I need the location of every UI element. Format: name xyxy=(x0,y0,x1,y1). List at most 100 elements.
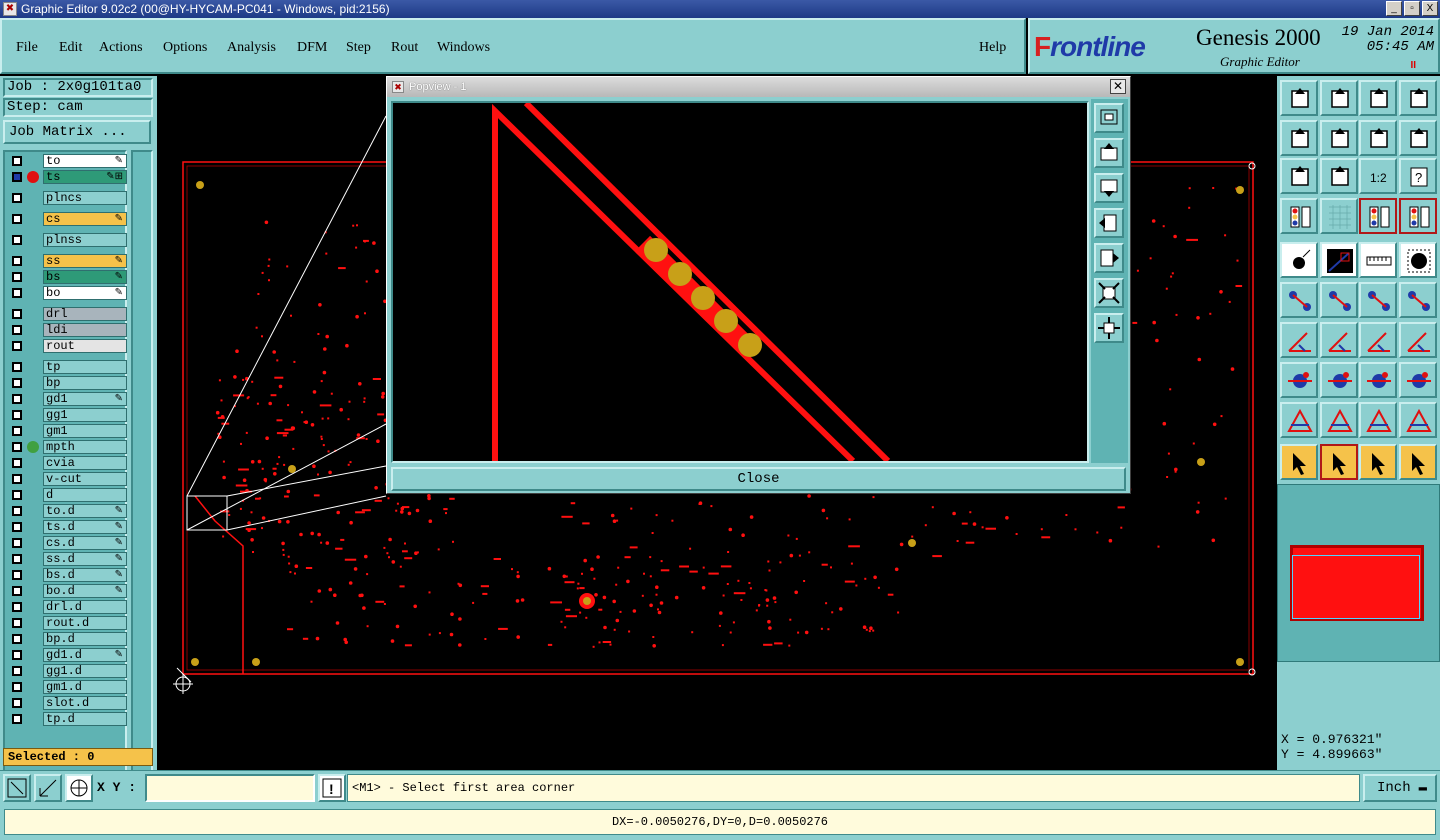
menu-step[interactable]: Step xyxy=(346,40,371,56)
popview-pan-up-button[interactable] xyxy=(1094,138,1124,168)
layer-colors-alt-button[interactable] xyxy=(1399,198,1437,234)
layer-row-bp[interactable]: bp xyxy=(8,376,127,390)
layer-checkbox[interactable] xyxy=(12,650,22,660)
layer-name[interactable]: gd1 ✎ xyxy=(43,392,127,406)
triangle-c-button[interactable] xyxy=(1359,402,1397,438)
layer-checkbox[interactable] xyxy=(12,272,22,282)
layer-row-cs.d[interactable]: cs.d ✎ xyxy=(8,536,127,550)
pan-left-button[interactable] xyxy=(1280,120,1318,156)
grid-button[interactable] xyxy=(1320,198,1358,234)
layer-row-tp.d[interactable]: tp.d xyxy=(8,712,127,726)
layer-name[interactable]: v-cut xyxy=(43,472,127,486)
layer-checkbox[interactable] xyxy=(12,666,22,676)
layer-checkbox[interactable] xyxy=(12,522,22,532)
minimize-button[interactable]: _ xyxy=(1386,1,1402,16)
scale-1-2-button[interactable]: 1:2 xyxy=(1359,158,1397,194)
measure-icon[interactable] xyxy=(34,774,62,802)
popview-pan-left-button[interactable] xyxy=(1094,208,1124,238)
zoom-fit-button[interactable] xyxy=(1280,158,1318,194)
menu-actions[interactable]: Actions xyxy=(99,40,143,56)
xy-input[interactable] xyxy=(145,774,315,802)
layer-name[interactable]: ss ✎ xyxy=(43,254,127,268)
layer-name[interactable]: gd1.d ✎ xyxy=(43,648,127,662)
layer-name[interactable]: gm1.d xyxy=(43,680,127,694)
cross-button[interactable] xyxy=(1320,282,1358,318)
layer-row-ts.d[interactable]: ts.d ✎ xyxy=(8,520,127,534)
popview-zoom-fit-button[interactable] xyxy=(1094,103,1124,133)
layer-row-v-cut[interactable]: v-cut xyxy=(8,472,127,486)
layer-name[interactable]: gg1 xyxy=(43,408,127,422)
zoom-center-button[interactable] xyxy=(1320,158,1358,194)
circle-pad-button[interactable] xyxy=(1399,362,1437,398)
layer-checkbox[interactable] xyxy=(12,634,22,644)
navigator-viewport[interactable] xyxy=(1292,555,1420,619)
layer-name[interactable]: bo ✎ xyxy=(43,286,127,300)
menu-edit[interactable]: Edit xyxy=(59,40,82,56)
layer-colors-button[interactable] xyxy=(1359,198,1397,234)
layer-row-ts[interactable]: ts ✎⊞ xyxy=(8,170,127,184)
layer-name[interactable]: bp.d xyxy=(43,632,127,646)
layer-row-ldi[interactable]: ldi xyxy=(8,323,127,337)
layer-checkbox[interactable] xyxy=(12,714,22,724)
draw-line-button[interactable] xyxy=(1320,242,1358,278)
layer-row-cs[interactable]: cs ✎ xyxy=(8,212,127,226)
measure-distance-button[interactable] xyxy=(1359,362,1397,398)
slope-button[interactable] xyxy=(1320,322,1358,358)
pointer-button[interactable] xyxy=(1280,444,1318,480)
layer-row-ss[interactable]: ss ✎ xyxy=(8,254,127,268)
layer-row-bo.d[interactable]: bo.d ✎ xyxy=(8,584,127,598)
layer-list-scrollbar[interactable] xyxy=(131,150,153,806)
layer-row-gd1.d[interactable]: gd1.d ✎ xyxy=(8,648,127,662)
layer-checkbox[interactable] xyxy=(12,214,22,224)
layer-checkbox[interactable] xyxy=(12,341,22,351)
layer-name[interactable]: plnss xyxy=(43,233,127,247)
layer-name[interactable]: bo.d ✎ xyxy=(43,584,127,598)
layer-checkbox[interactable] xyxy=(12,442,22,452)
layer-row-to.d[interactable]: to.d ✎ xyxy=(8,504,127,518)
layer-row-bp.d[interactable]: bp.d xyxy=(8,632,127,646)
layer-row-cvia[interactable]: cvia xyxy=(8,456,127,470)
zoom-area-icon[interactable] xyxy=(3,774,31,802)
layer-name[interactable]: d xyxy=(43,488,127,502)
layer-checkbox[interactable] xyxy=(12,193,22,203)
layer-row-gm1.d[interactable]: gm1.d xyxy=(8,680,127,694)
layer-row-drl.d[interactable]: drl.d xyxy=(8,600,127,614)
triangle-b-button[interactable] xyxy=(1320,402,1358,438)
layer-checkbox[interactable] xyxy=(12,538,22,548)
layer-row-mpth[interactable]: mpth xyxy=(8,440,127,454)
layer-name[interactable]: ldi xyxy=(43,323,127,337)
layer-checkbox[interactable] xyxy=(12,235,22,245)
menu-analysis[interactable]: Analysis xyxy=(227,40,276,56)
layer-name[interactable]: bs.d ✎ xyxy=(43,568,127,582)
units-select[interactable]: Inch ▬ xyxy=(1363,774,1437,802)
layer-name[interactable]: drl xyxy=(43,307,127,321)
layer-checkbox[interactable] xyxy=(12,698,22,708)
layer-name[interactable]: mpth xyxy=(43,440,127,454)
layer-name[interactable]: plncs xyxy=(43,191,127,205)
view-top-button[interactable] xyxy=(1280,80,1318,116)
layer-name[interactable]: slot.d xyxy=(43,696,127,710)
layer-row-d[interactable]: d xyxy=(8,488,127,502)
connect-button[interactable] xyxy=(1280,282,1318,318)
layer-checkbox[interactable] xyxy=(12,570,22,580)
popview-close-icon[interactable]: ✕ xyxy=(1110,79,1126,94)
layer-checkbox[interactable] xyxy=(12,458,22,468)
layer-checkbox[interactable] xyxy=(12,256,22,266)
layer-row-slot.d[interactable]: slot.d xyxy=(8,696,127,710)
arc-button[interactable] xyxy=(1359,322,1397,358)
layer-name[interactable]: drl.d xyxy=(43,600,127,614)
layer-checkbox[interactable] xyxy=(12,325,22,335)
angle-button[interactable] xyxy=(1280,322,1318,358)
layer-checkbox[interactable] xyxy=(12,506,22,516)
layer-checkbox[interactable] xyxy=(12,618,22,628)
menu-windows[interactable]: Windows xyxy=(437,40,490,56)
navigator-window[interactable] xyxy=(1277,484,1440,662)
layer-row-ss.d[interactable]: ss.d ✎ xyxy=(8,552,127,566)
menu-help[interactable]: Help xyxy=(979,40,1006,56)
layer-row-drl[interactable]: drl xyxy=(8,307,127,321)
layer-row-gg1[interactable]: gg1 xyxy=(8,408,127,422)
layer-name[interactable]: cs ✎ xyxy=(43,212,127,226)
menu-rout[interactable]: Rout xyxy=(391,40,418,56)
layer-name[interactable]: tp.d xyxy=(43,712,127,726)
layer-checkbox[interactable] xyxy=(12,586,22,596)
